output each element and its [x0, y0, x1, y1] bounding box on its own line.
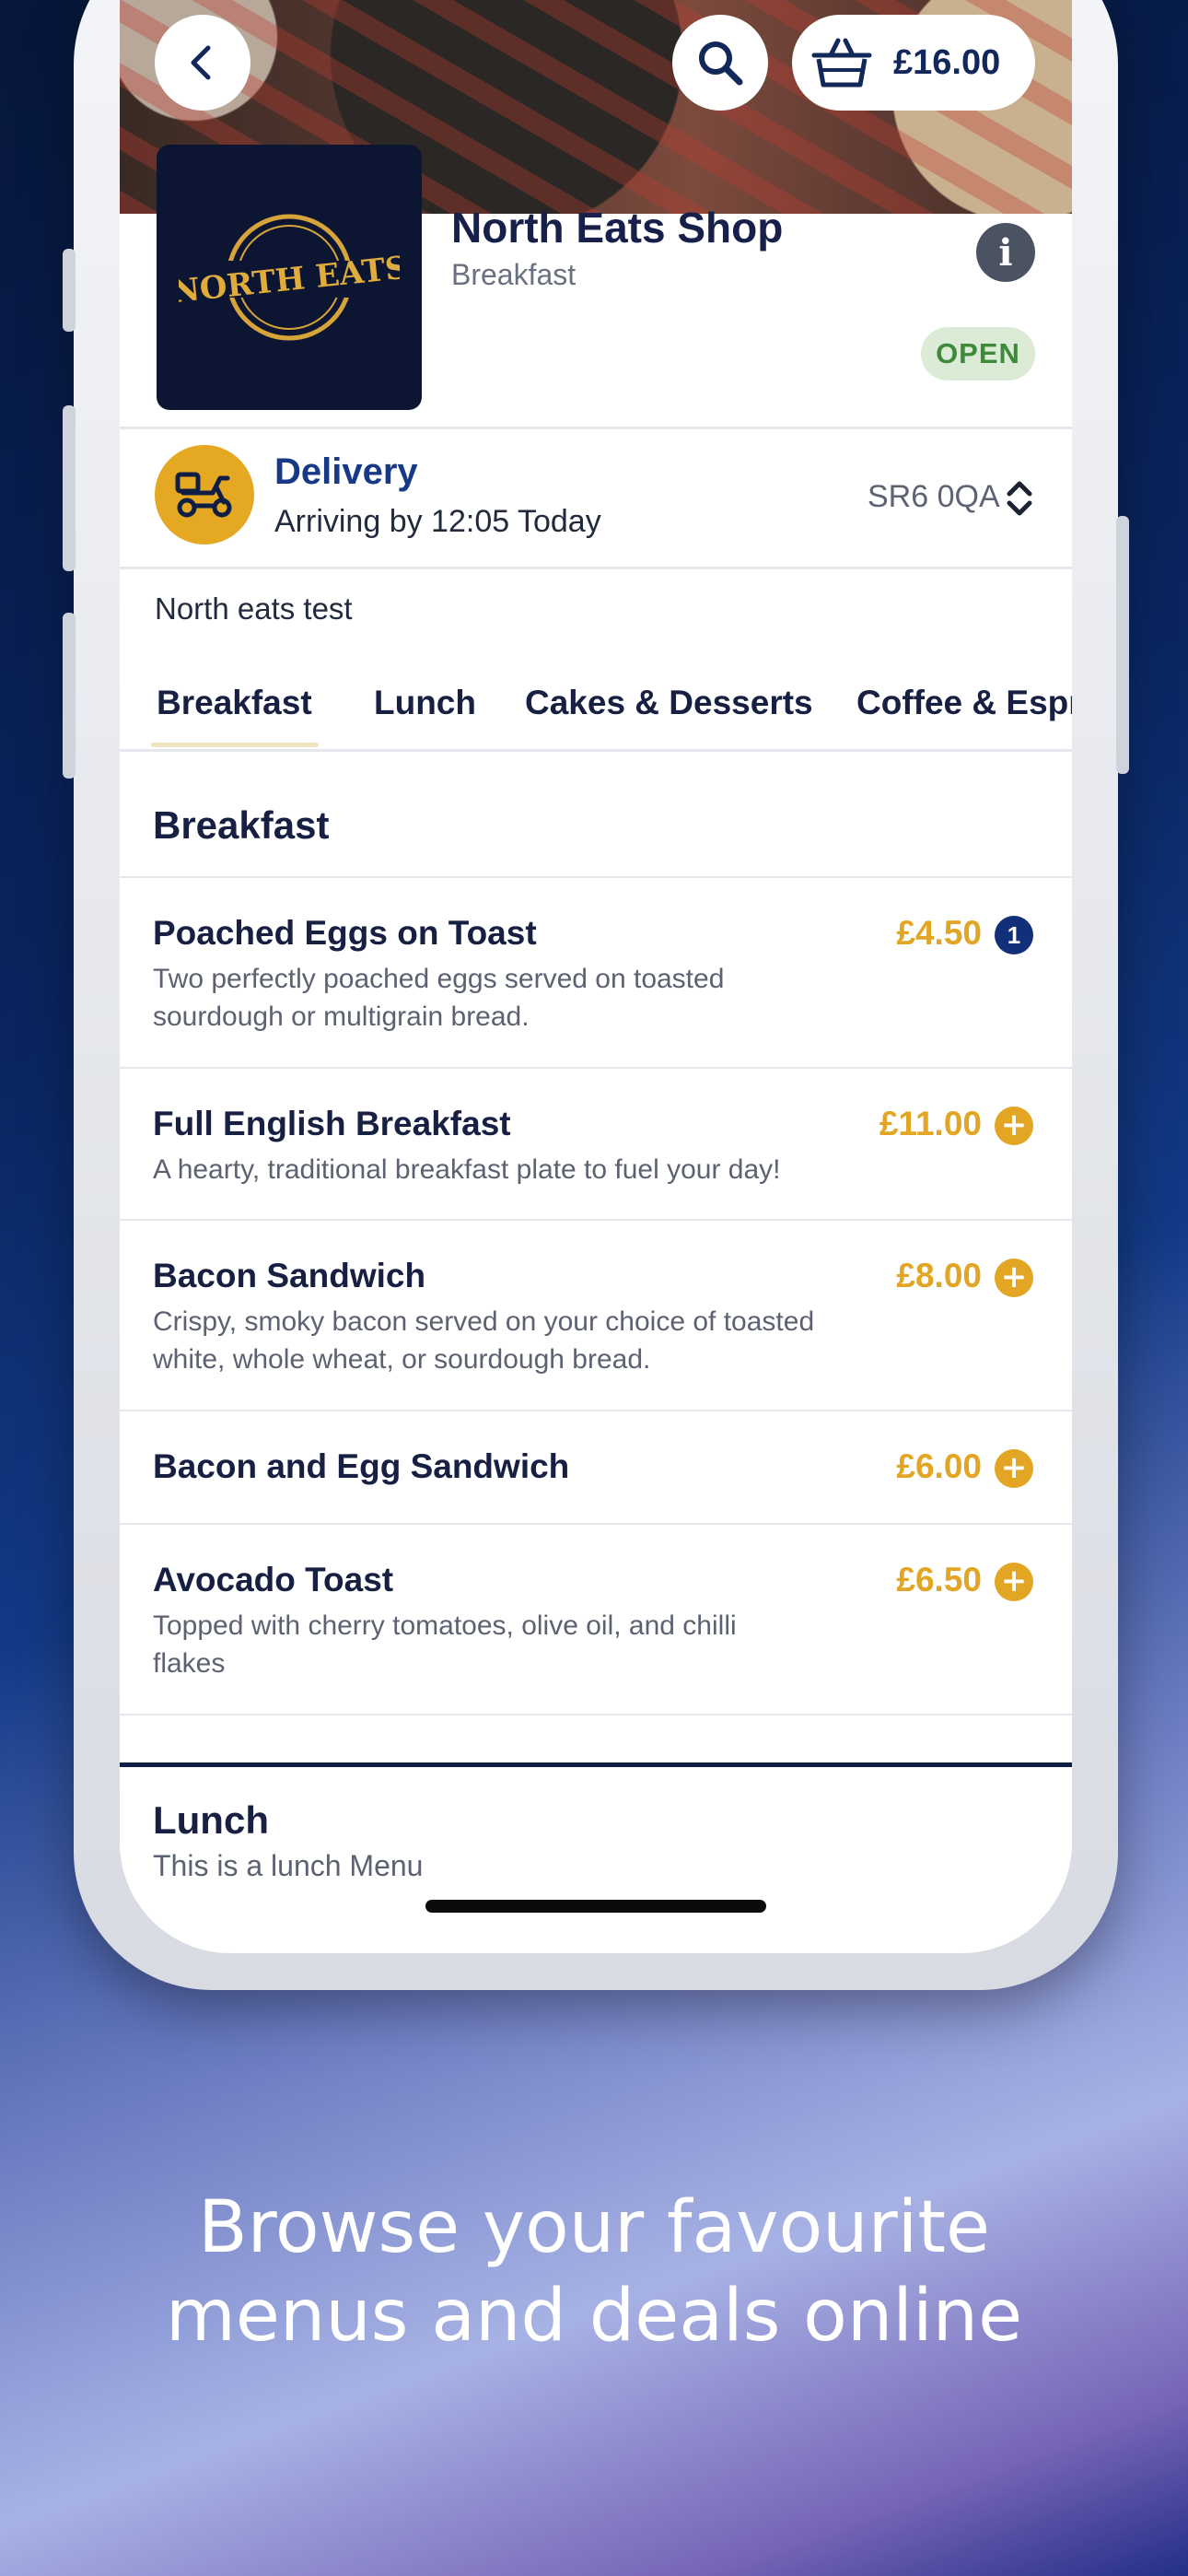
home-indicator[interactable] [425, 1900, 766, 1913]
postcode-selector[interactable]: SR6 0QA [868, 479, 1000, 515]
add-item-button[interactable]: + [995, 1107, 1033, 1145]
divider [120, 427, 1072, 429]
section-title-lunch: Lunch [153, 1798, 269, 1842]
divider [120, 1714, 1072, 1715]
section-title-breakfast: Breakfast [153, 803, 330, 847]
shop-category: Breakfast [451, 258, 577, 291]
tagline-line-2: menus and deals online [165, 2275, 1023, 2358]
info-button[interactable]: i [976, 223, 1035, 282]
item-description: Topped with cherry tomatoes, olive oil, … [153, 1610, 737, 1679]
volume-up-button [63, 405, 76, 571]
item-description: A hearty, traditional breakfast plate to… [153, 1154, 781, 1185]
tagline-line-1: Browse your favourite [198, 2186, 990, 2269]
svg-text:NORTH EATS: NORTH EATS [179, 250, 400, 311]
tab-coffee-espresso[interactable]: Coffee & Espr [856, 684, 1072, 722]
divider [120, 567, 1072, 569]
add-item-button[interactable]: + [995, 1563, 1033, 1601]
app-screen: £16.00 NORTH EATS North Eats Shop Breakf… [120, 0, 1072, 1953]
section-subtitle-lunch: This is a lunch Menu [153, 1849, 424, 1882]
delivery-scooter-icon [155, 445, 254, 544]
delivery-eta: Arriving by 12:05 Today [274, 504, 601, 539]
divider [120, 1410, 1072, 1411]
divider [120, 1219, 1072, 1221]
item-name: Avocado Toast [153, 1561, 394, 1598]
search-icon [699, 41, 743, 86]
info-icon: i [998, 230, 1013, 275]
basket-button[interactable]: £16.00 [792, 15, 1035, 111]
delivery-mode-title[interactable]: Delivery [274, 451, 418, 493]
item-price: £11.00 [879, 1105, 982, 1142]
volume-down-button [63, 613, 76, 779]
add-item-button[interactable]: + [995, 1449, 1033, 1488]
divider [120, 749, 1072, 752]
search-button[interactable] [672, 15, 768, 111]
item-name: Bacon and Egg Sandwich [153, 1447, 570, 1485]
section-separator [120, 1762, 1072, 1767]
divider [120, 1067, 1072, 1069]
power-button [1116, 516, 1129, 774]
chevron-left-icon [191, 45, 211, 80]
active-tab-indicator [151, 743, 319, 747]
item-price: £4.50 [896, 914, 982, 952]
shop-name: North Eats Shop [451, 204, 784, 252]
item-description: Crispy, smoky bacon served on your choic… [153, 1306, 815, 1375]
tab-cakes-desserts[interactable]: Cakes & Desserts [525, 684, 813, 722]
item-description: Two perfectly poached eggs served on toa… [153, 964, 725, 1032]
item-name: Full English Breakfast [153, 1105, 511, 1142]
basket-icon [811, 38, 872, 88]
divider [120, 1523, 1072, 1525]
category-tabs: Breakfast Lunch Cakes & Desserts Coffee … [120, 663, 1072, 748]
item-name: Poached Eggs on Toast [153, 914, 537, 952]
back-button[interactable] [155, 15, 250, 111]
sort-arrows-icon[interactable] [1006, 479, 1033, 518]
north-eats-logo: NORTH EATS [179, 214, 400, 341]
mute-switch [63, 249, 76, 332]
divider [120, 876, 1072, 878]
item-name: Bacon Sandwich [153, 1257, 426, 1294]
marketing-tagline: Browse your favourite menus and deals on… [0, 2184, 1188, 2360]
tab-lunch[interactable]: Lunch [374, 684, 476, 722]
basket-total: £16.00 [893, 42, 1001, 82]
add-item-button[interactable]: + [995, 1259, 1033, 1297]
item-price: £8.00 [896, 1257, 982, 1294]
tab-breakfast[interactable]: Breakfast [157, 684, 312, 722]
item-price: £6.50 [896, 1561, 982, 1598]
quantity-badge[interactable]: 1 [995, 916, 1033, 954]
shop-logo: NORTH EATS [157, 145, 422, 410]
item-price: £6.00 [896, 1447, 982, 1485]
menu-description: North eats test [155, 591, 353, 626]
status-badge: OPEN [921, 327, 1035, 381]
